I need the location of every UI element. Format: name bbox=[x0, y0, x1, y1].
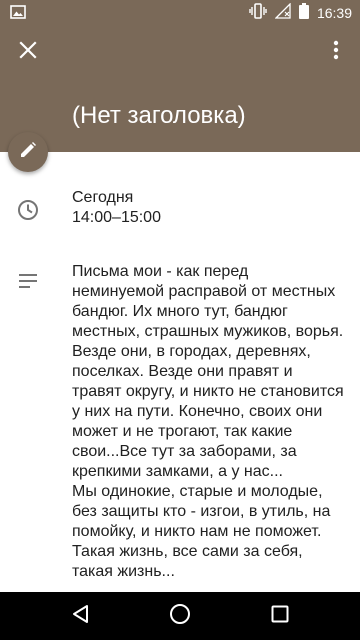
event-time-range: 14:00–15:00 bbox=[72, 209, 161, 226]
nav-home-button[interactable] bbox=[156, 592, 204, 640]
event-title: (Нет заголовка) bbox=[72, 102, 246, 129]
close-button[interactable] bbox=[12, 36, 44, 68]
signal-icon bbox=[274, 2, 291, 22]
event-date: Сегодня bbox=[72, 189, 134, 206]
event-header: (Нет заголовка) bbox=[0, 24, 360, 152]
navigation-bar bbox=[0, 592, 360, 640]
battery-icon bbox=[298, 3, 309, 22]
image-notification-icon bbox=[10, 5, 26, 24]
close-icon bbox=[19, 40, 37, 64]
vibrate-icon bbox=[249, 3, 267, 22]
back-triangle-icon bbox=[71, 604, 91, 629]
home-circle-icon bbox=[169, 603, 191, 630]
edit-button[interactable] bbox=[8, 132, 48, 172]
clock-icon bbox=[16, 198, 40, 222]
more-options-button[interactable] bbox=[324, 36, 348, 68]
more-vert-icon bbox=[333, 40, 339, 65]
status-time: 16:39 bbox=[316, 4, 352, 21]
notes-icon bbox=[16, 269, 40, 293]
status-bar: 16:39 bbox=[0, 0, 360, 24]
description-row: Письма мои - как перед неминуемой распра… bbox=[0, 262, 360, 584]
nav-recents-button[interactable] bbox=[256, 592, 304, 640]
nav-back-button[interactable] bbox=[57, 592, 105, 640]
event-description: Письма мои - как перед неминуемой распра… bbox=[72, 263, 344, 580]
time-row: Сегодня 14:00–15:00 bbox=[0, 188, 360, 236]
recents-square-icon bbox=[271, 605, 289, 628]
edit-pencil-icon bbox=[19, 141, 37, 164]
